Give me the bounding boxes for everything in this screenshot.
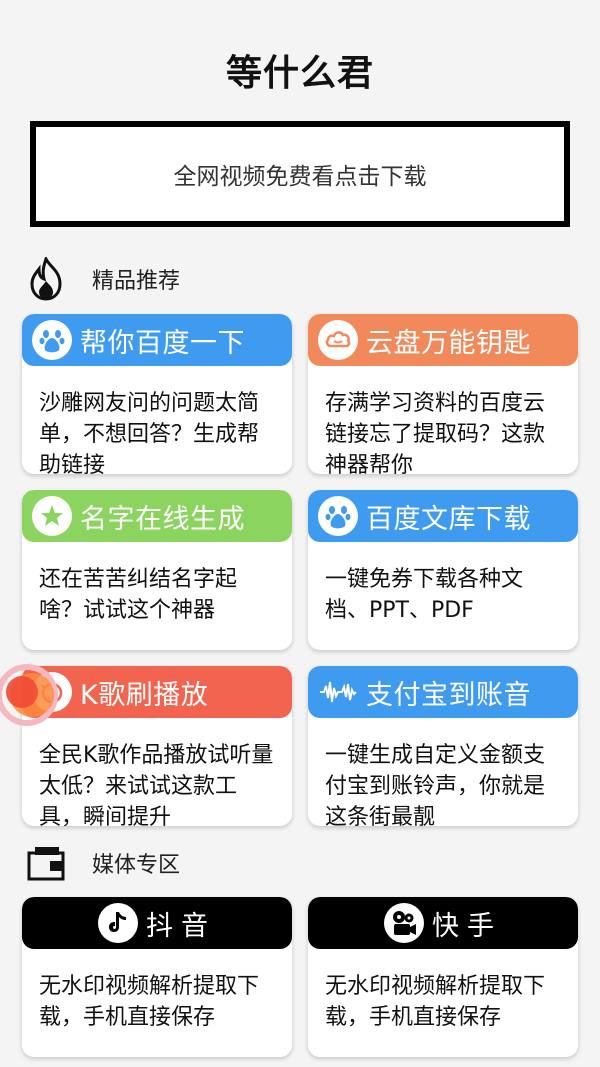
cloud-icon: [318, 320, 358, 360]
fire-icon: [24, 257, 68, 301]
card-header: K歌刷播放: [22, 666, 292, 718]
star-icon: [32, 496, 72, 536]
card-kuaishou[interactable]: 快手 无水印视频解析提取下载，手机直接保存: [308, 897, 578, 1057]
paw-icon: [32, 320, 72, 360]
card-title: 帮你百度一下: [80, 327, 245, 359]
card-title: K歌刷播放: [80, 679, 209, 711]
paw-icon: [318, 496, 358, 536]
card-title: 抖音: [146, 910, 216, 942]
card-desc: 存满学习资料的百度云链接忘了提取码？这款神器帮你: [325, 391, 546, 474]
card-alipay-sound[interactable]: 支付宝到账音 一键生成自定义金额支付宝到账铃声，你就是这条街最靓: [308, 666, 578, 826]
card-baidu-help[interactable]: 帮你百度一下 沙雕网友问的问题太简单，不想回答？生成帮助链接: [22, 314, 292, 474]
card-name-generator[interactable]: 名字在线生成 还在苦苦纠结名字起啥？试试这个神器: [22, 490, 292, 650]
card-header: 快手: [308, 897, 578, 949]
section-media-label: 媒体专区: [92, 853, 181, 878]
card-header: 支付宝到账音: [308, 666, 578, 718]
card-title: 百度文库下载: [366, 503, 531, 535]
tiktok-icon: [98, 903, 138, 943]
card-cloud-key[interactable]: 云盘万能钥匙 存满学习资料的百度云链接忘了提取码？这款神器帮你: [308, 314, 578, 474]
wallet-icon: [24, 841, 68, 885]
download-banner[interactable]: 全网视频免费看点击下载: [30, 121, 570, 227]
card-desc: 全民K歌作品播放试听量太低？来试试这款工具，瞬间提升: [39, 743, 274, 826]
soundwave-icon: [318, 672, 358, 712]
card-desc: 还在苦苦纠结名字起啥？试试这个神器: [39, 567, 238, 623]
section-featured-label: 精品推荐: [92, 269, 181, 294]
card-douyin[interactable]: 抖音 无水印视频解析提取下载，手机直接保存: [22, 897, 292, 1057]
card-title: 快手: [432, 910, 502, 942]
card-title: 名字在线生成: [80, 503, 245, 535]
banner-label: 全网视频免费看点击下载: [173, 164, 427, 190]
card-desc: 一键生成自定义金额支付宝到账铃声，你就是这条街最靓: [325, 743, 546, 826]
page-title: 等什么君: [225, 53, 374, 94]
section-media-header: 媒体专区: [24, 843, 180, 883]
floating-ball-icon[interactable]: [0, 660, 62, 730]
card-desc: 无水印视频解析提取下载，手机直接保存: [39, 974, 260, 1030]
card-header: 云盘万能钥匙: [308, 314, 578, 366]
card-title: 支付宝到账音: [366, 679, 531, 711]
card-desc: 无水印视频解析提取下载，手机直接保存: [325, 974, 546, 1030]
card-header: 帮你百度一下: [22, 314, 292, 366]
section-featured-header: 精品推荐: [24, 257, 181, 301]
card-desc: 一键免券下载各种文档、PPT、PDF: [325, 567, 524, 623]
film-reel-icon: [384, 903, 424, 943]
card-header: 百度文库下载: [308, 490, 578, 542]
card-header: 抖音: [22, 897, 292, 949]
card-header: 名字在线生成: [22, 490, 292, 542]
card-title: 云盘万能钥匙: [366, 327, 531, 359]
card-kge-play[interactable]: K歌刷播放 全民K歌作品播放试听量太低？来试试这款工具，瞬间提升: [22, 666, 292, 826]
card-desc: 沙雕网友问的问题太简单，不想回答？生成帮助链接: [39, 391, 260, 474]
card-baidu-wenku[interactable]: 百度文库下载 一键免券下载各种文档、PPT、PDF: [308, 490, 578, 650]
